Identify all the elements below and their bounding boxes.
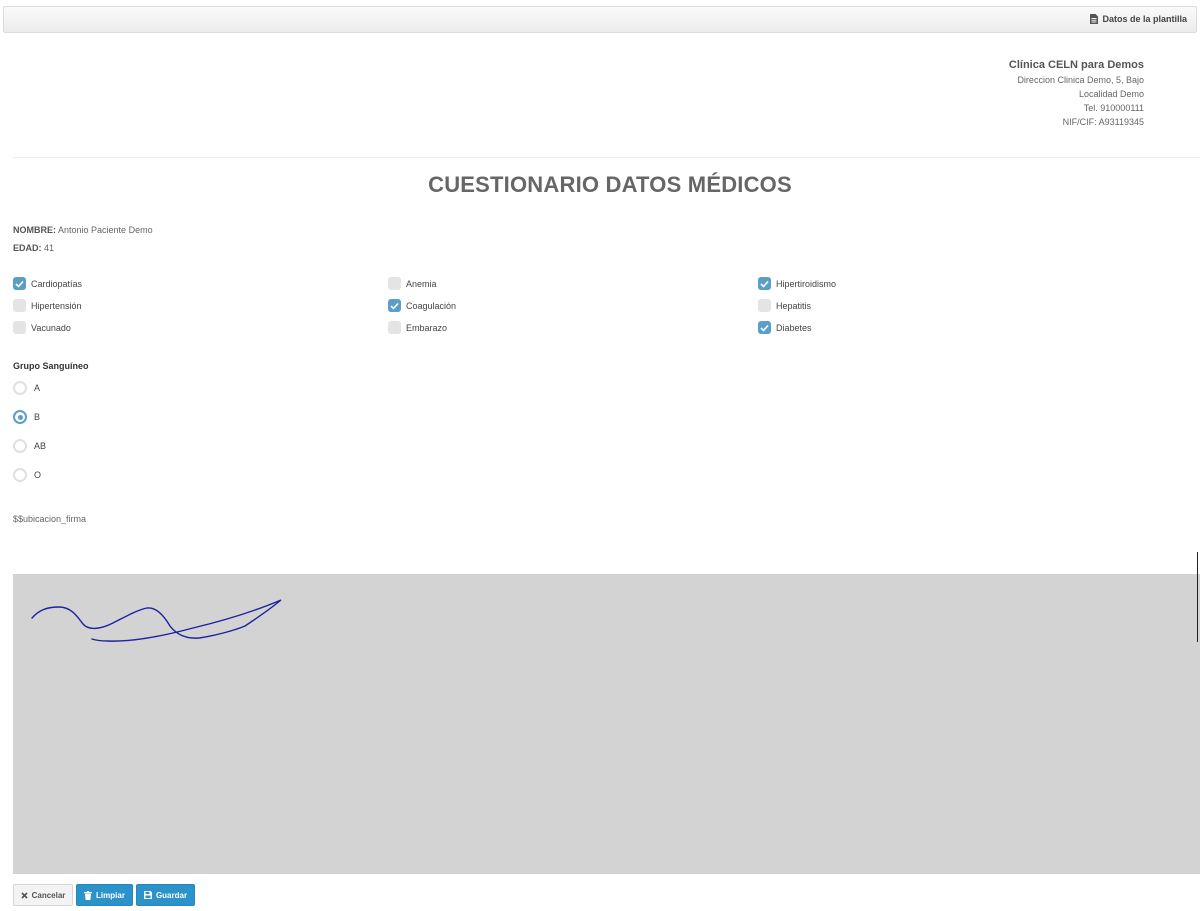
patient-age-value: 41 xyxy=(44,243,55,253)
checkmark-icon xyxy=(760,324,769,332)
clinic-name: Clínica CELN para Demos xyxy=(1008,59,1144,71)
template-data-link[interactable]: Datos de la plantilla xyxy=(1090,14,1187,24)
condition-checkbox[interactable]: Anemia xyxy=(388,277,437,290)
checkbox-checked[interactable] xyxy=(388,299,401,312)
condition-checkbox[interactable]: Coagulación xyxy=(388,299,456,312)
checkbox-unchecked[interactable] xyxy=(13,299,26,312)
signature-placeholder: $$ubicacion_firma xyxy=(13,514,87,524)
condition-label: Embarazo xyxy=(406,322,448,333)
document-icon xyxy=(1090,14,1099,24)
patient-name-label: NOMBRE: xyxy=(13,225,56,235)
radio-unselected[interactable] xyxy=(13,468,27,482)
signature-drawing xyxy=(31,599,282,642)
condition-checkbox[interactable]: Embarazo xyxy=(388,321,447,334)
blood-group-option[interactable]: B xyxy=(13,410,40,424)
checkmark-icon xyxy=(760,280,769,288)
checkbox-checked[interactable] xyxy=(758,321,771,334)
radio-dot xyxy=(17,414,23,420)
condition-label: Hipertiroidismo xyxy=(776,278,837,289)
template-data-label: Datos de la plantilla xyxy=(1102,14,1187,24)
condition-checkbox[interactable]: Vacunado xyxy=(13,321,71,334)
radio-unselected[interactable] xyxy=(13,381,27,395)
trash-icon xyxy=(84,890,93,900)
radio-selected[interactable] xyxy=(13,410,27,424)
checkmark-icon xyxy=(15,280,24,288)
patient-age-label: EDAD: xyxy=(13,243,42,253)
window-edge-line xyxy=(1197,552,1198,642)
condition-label: Coagulación xyxy=(406,300,457,311)
blood-group-option[interactable]: A xyxy=(13,381,40,395)
blood-group-label: B xyxy=(34,412,41,422)
condition-label: Vacunado xyxy=(31,322,71,333)
condition-checkbox[interactable]: Diabetes xyxy=(758,321,812,334)
radio-unselected[interactable] xyxy=(13,439,27,453)
condition-label: Anemia xyxy=(406,278,437,289)
clinic-phone: Tel. 910000111 xyxy=(1083,103,1144,113)
blood-group-label: O xyxy=(34,470,42,480)
clinic-locality: Localidad Demo xyxy=(1078,89,1144,99)
checkbox-unchecked[interactable] xyxy=(388,277,401,290)
save-label: Guardar xyxy=(155,890,188,900)
condition-label: Diabetes xyxy=(776,322,812,333)
checkmark-icon xyxy=(390,302,399,310)
blood-group-option[interactable]: AB xyxy=(13,439,46,453)
close-icon xyxy=(21,891,28,899)
condition-checkbox[interactable]: Hipertensión xyxy=(13,299,82,312)
checkbox-unchecked[interactable] xyxy=(13,321,26,334)
condition-checkbox[interactable]: Hipertiroidismo xyxy=(758,277,836,290)
clinic-tax-id: NIF/CIF: A93119345 xyxy=(1062,117,1144,127)
blood-group-option[interactable]: O xyxy=(13,468,41,482)
signature-stroke xyxy=(31,599,282,642)
patient-name-value: Antonio Paciente Demo xyxy=(58,225,153,235)
condition-label: Hepatitis xyxy=(776,300,812,311)
checkbox-unchecked[interactable] xyxy=(388,321,401,334)
page-title: CUESTIONARIO DATOS MÉDICOS xyxy=(428,172,792,197)
condition-checkbox[interactable]: Hepatitis xyxy=(758,299,811,312)
clinic-header: Clínica CELN para Demos Direccion Clinic… xyxy=(1009,58,1144,129)
condition-label: Hipertensión xyxy=(31,300,82,311)
patient-name: NOMBRE: Antonio Paciente Demo xyxy=(13,225,153,235)
patient-age: EDAD: 41 xyxy=(13,243,54,253)
checkbox-checked[interactable] xyxy=(758,277,771,290)
clinic-address: Direccion Clinica Demo, 5, Bajo xyxy=(1017,75,1144,85)
signature-pad[interactable] xyxy=(13,574,1200,874)
condition-label: Cardiopatías xyxy=(31,278,83,289)
blood-group-label: AB xyxy=(34,441,47,451)
cancel-button[interactable]: Cancelar xyxy=(13,884,73,906)
checkbox-unchecked[interactable] xyxy=(758,299,771,312)
checkbox-checked[interactable] xyxy=(13,277,26,290)
floppy-disk-icon xyxy=(143,891,152,899)
top-toolbar: Datos de la plantilla xyxy=(3,6,1197,33)
clear-label: Limpiar xyxy=(96,890,125,900)
clear-button[interactable]: Limpiar xyxy=(76,884,133,906)
condition-checkbox[interactable]: Cardiopatías xyxy=(13,277,82,290)
blood-group-label: A xyxy=(34,383,41,393)
save-button[interactable]: Guardar xyxy=(136,884,195,906)
blood-group-title: Grupo Sanguíneo xyxy=(13,361,89,371)
cancel-label: Cancelar xyxy=(31,890,66,900)
header-divider xyxy=(13,157,1200,158)
